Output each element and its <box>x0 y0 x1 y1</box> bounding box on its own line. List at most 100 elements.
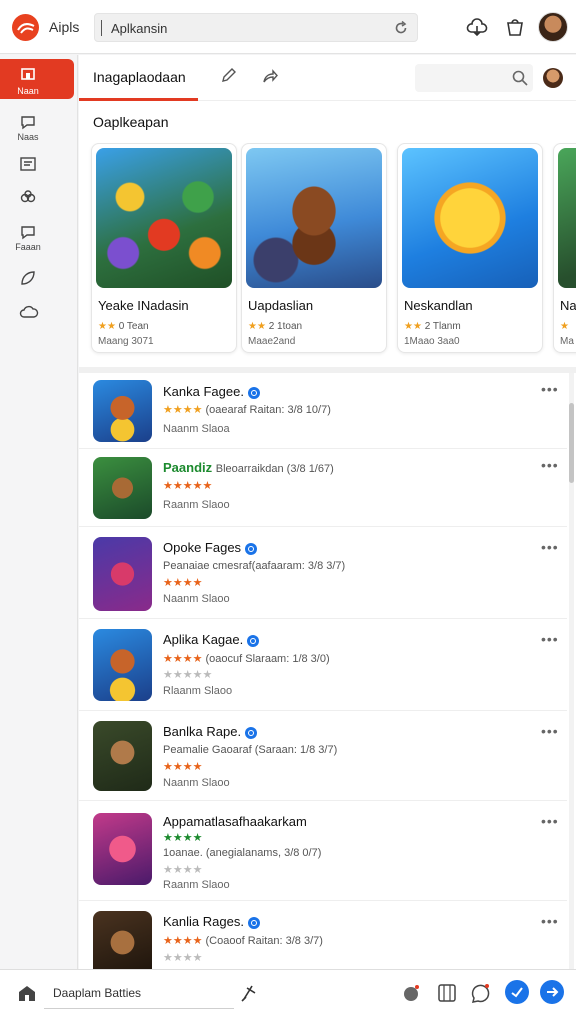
star-rating: ★★★★ <box>163 935 203 947</box>
rating-text: 2 1toan <box>268 321 303 332</box>
edit-icon[interactable] <box>219 67 237 90</box>
arrow-icon[interactable] <box>540 980 564 1004</box>
share-icon[interactable] <box>261 67 279 90</box>
card-rating: ★★ 2 1toan <box>248 321 302 332</box>
list-item[interactable]: Appamatlasafhaakarkam ★★★★ 1oanae. (aneg… <box>79 801 567 901</box>
app-meta: Peamalie Gaoaraf (Saraan: 1/8 3/7) <box>163 744 338 756</box>
list-icon <box>19 155 37 178</box>
scrollbar-thumb[interactable] <box>569 403 574 483</box>
list-item[interactable]: Opoke Fages Peanaiae cmesraf(aafaaram: 3… <box>79 527 567 619</box>
card-subtitle: 1Maao 3aa0 <box>404 336 460 347</box>
home-icon[interactable] <box>16 982 38 1009</box>
sidebar-item-cloud[interactable] <box>0 303 56 339</box>
chat-icon[interactable] <box>470 982 492 1009</box>
list-scrollbar[interactable] <box>569 373 574 969</box>
tab-search-box[interactable] <box>415 64 533 92</box>
list-item[interactable]: Banlka Rape. Peamalie Gaoaraf (Saraan: 1… <box>79 711 567 801</box>
app-meta: 1oanae. (anegialanams, 3/8 0/7) <box>163 847 322 859</box>
sidebar-item-chat[interactable]: Naas <box>0 113 56 149</box>
star-rating: ★★★★ <box>163 404 203 416</box>
sidebar-item-messages[interactable]: Faaan <box>0 223 56 259</box>
app-subtitle: Raanm Slaoo <box>163 879 230 891</box>
sidebar: Naan Naas Faaan <box>0 55 78 969</box>
card-title: Uapdaslian <box>248 298 314 313</box>
sidebar-item-games[interactable] <box>0 189 56 225</box>
search-box[interactable] <box>94 13 418 42</box>
app-stars: ★★★★ <box>163 831 202 844</box>
card-subtitle: Ma <box>560 336 574 347</box>
app-subtitle: Raanm Slaoo <box>163 499 230 511</box>
list-item[interactable]: Paandiz Bleoarraikdan (3/8 1/67) ★★★★★ R… <box>79 449 567 527</box>
section-title: Oaplkeapan <box>93 114 169 130</box>
sidebar-item-list[interactable] <box>0 155 56 191</box>
verified-icon <box>245 542 258 555</box>
bottom-input[interactable]: Daaplam Batties <box>44 977 234 1009</box>
featured-card[interactable]: Uapdaslian ★★ 2 1toan Maae2and <box>241 143 387 353</box>
app-thumbnail <box>93 721 152 791</box>
sidebar-item-label: Naan <box>17 86 39 96</box>
refresh-icon[interactable] <box>393 20 409 41</box>
user-avatar[interactable] <box>538 12 568 42</box>
app-thumbnail <box>93 813 152 885</box>
verified-icon <box>247 634 260 647</box>
more-options-icon[interactable]: ••• <box>541 457 559 473</box>
card-rating: ★★ 2 Tlanm <box>404 321 461 332</box>
verified-icon <box>245 726 258 739</box>
game-artwork <box>246 148 382 288</box>
star-rating: ★★ <box>98 321 116 332</box>
app-list: Kanka Fagee. ★★★★ (oaearaf Raitan: 3/8 1… <box>79 373 567 969</box>
app-name: Kanlia Rages. <box>163 914 260 929</box>
app-thumbnail <box>93 537 152 611</box>
gamepad-icon <box>19 189 37 212</box>
list-item[interactable]: Kanka Fagee. ★★★★ (oaearaf Raitan: 3/8 1… <box>79 373 567 449</box>
star-rating: ★★★★★ <box>163 480 213 492</box>
card-rating: ★★ 0 Tean <box>98 321 149 332</box>
app-meta: ★★★★ (oaocuf Slaraam: 1/8 3/0) <box>163 653 330 665</box>
card-title: Na <box>560 298 576 313</box>
sidebar-item-home[interactable]: Naan <box>0 59 74 99</box>
search-input[interactable] <box>111 18 381 38</box>
card-title: Yeake INadasin <box>98 298 189 313</box>
bag-icon[interactable] <box>503 15 527 39</box>
featured-card[interactable]: Na ★ Ma <box>553 143 576 353</box>
star-rating: ★★★★ <box>163 832 203 844</box>
app-name: Banlka Rape. <box>163 724 258 739</box>
pin-icon[interactable] <box>238 982 260 1009</box>
app-meta: ★★★★ (Coaoof Raitan: 3/8 3/7) <box>163 935 323 947</box>
app-stars: ★★★★ <box>163 576 202 589</box>
grid-icon[interactable] <box>436 982 458 1009</box>
tab-active-indicator <box>79 98 198 101</box>
app-subtitle: Rlaanm Slaoo <box>163 685 233 697</box>
more-options-icon[interactable]: ••• <box>541 631 559 647</box>
more-options-icon[interactable]: ••• <box>541 539 559 555</box>
sidebar-item-label: Faaan <box>15 242 41 252</box>
send-icon[interactable] <box>505 980 529 1004</box>
more-options-icon[interactable]: ••• <box>541 813 559 829</box>
list-item[interactable]: Aplika Kagae. ★★★★ (oaocuf Slaraam: 1/8 … <box>79 619 567 711</box>
app-thumbnail <box>93 911 152 969</box>
main-panel: Inagaplaodaan Oaplkeapan Yeake INadasin … <box>79 55 576 969</box>
sidebar-item-leaf[interactable] <box>0 269 56 305</box>
rating-text: 0 Tean <box>118 321 149 332</box>
more-options-icon[interactable]: ••• <box>541 913 559 929</box>
app-meta: ★★★★★ <box>163 479 212 492</box>
verified-icon <box>247 916 260 929</box>
featured-card[interactable]: Neskandlan ★★ 2 Tlanm 1Maao 3aa0 <box>397 143 543 353</box>
text-caret <box>101 20 102 36</box>
more-options-icon[interactable]: ••• <box>541 381 559 397</box>
featured-card[interactable]: Yeake INadasin ★★ 0 Tean Maang 3071 <box>91 143 237 353</box>
star-rating: ★★★★ <box>163 653 203 665</box>
app-logo-icon[interactable] <box>12 14 39 41</box>
star-rating: ★★★★ <box>163 761 203 773</box>
speaker-icon[interactable] <box>400 982 422 1009</box>
profile-avatar[interactable] <box>543 68 563 88</box>
tab-active[interactable]: Inagaplaodaan <box>93 69 186 85</box>
search-icon[interactable] <box>511 69 529 92</box>
featured-carousel: Yeake INadasin ★★ 0 Tean Maang 3071 Uapd… <box>79 143 576 365</box>
app-stars: ★★★★ <box>163 760 202 773</box>
cloud-upload-icon[interactable] <box>465 15 489 39</box>
more-options-icon[interactable]: ••• <box>541 723 559 739</box>
app-name: Paandiz Bleoarraikdan (3/8 1/67) <box>163 460 334 475</box>
app-meta: ★★★★ (oaearaf Raitan: 3/8 10/7) <box>163 404 331 416</box>
list-item[interactable]: Kanlia Rages. ★★★★ (Coaoof Raitan: 3/8 3… <box>79 901 567 969</box>
